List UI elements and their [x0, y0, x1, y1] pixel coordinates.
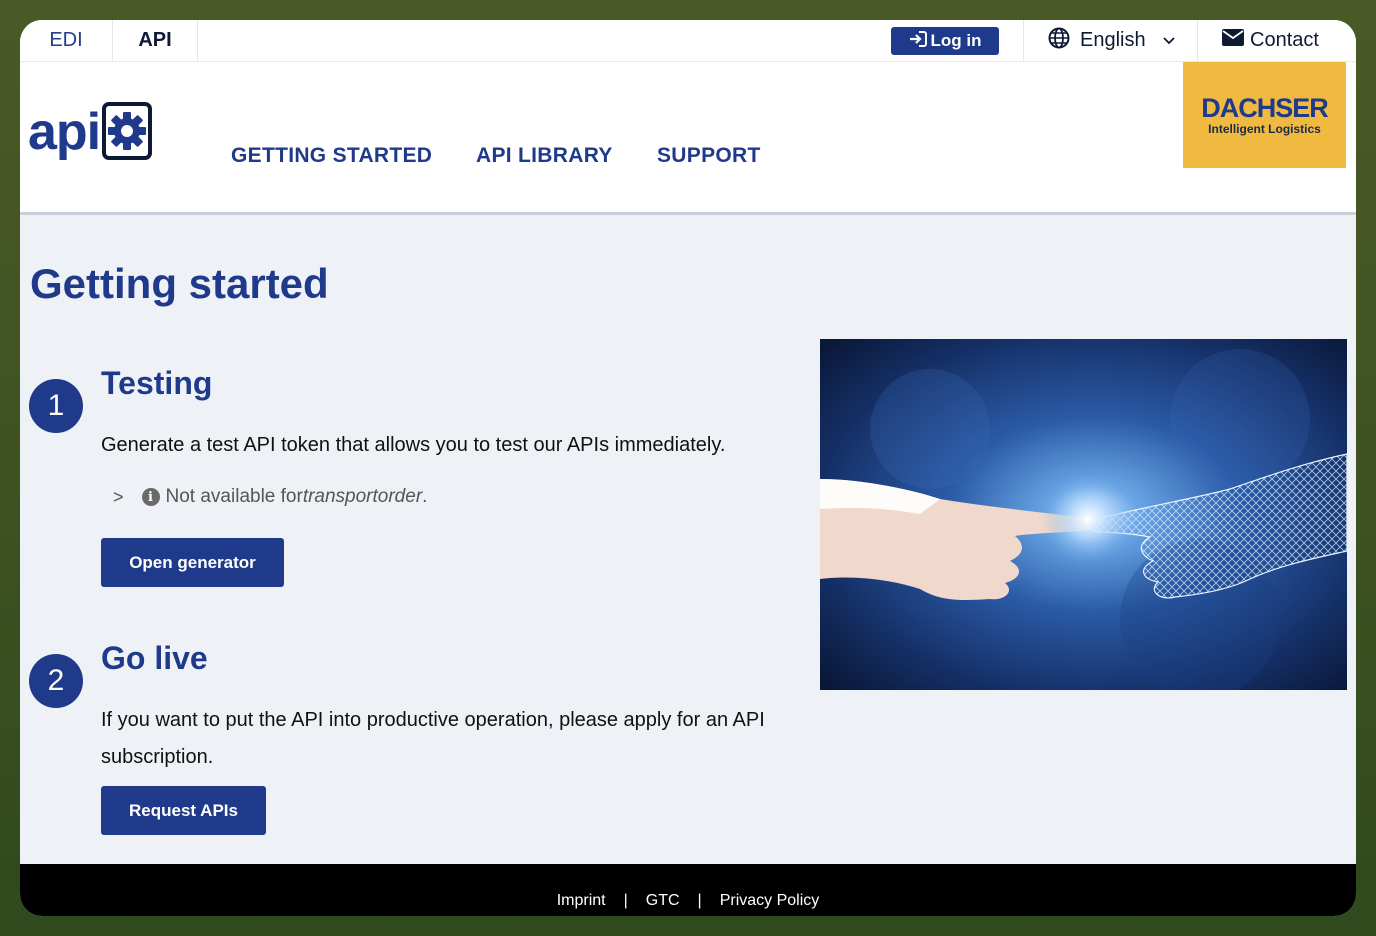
step-description: Generate a test API token that allows yo…	[101, 434, 726, 456]
hero-image	[820, 339, 1347, 690]
note-api-name: transportorder	[302, 486, 423, 507]
api-logo[interactable]: api	[28, 102, 153, 161]
chevron-right-icon: >	[113, 486, 124, 507]
dachser-logo[interactable]: DACHSER Intelligent Logistics	[1183, 62, 1346, 168]
footer-link-gtc[interactable]: GTC	[646, 892, 680, 910]
envelope-icon	[1222, 29, 1244, 52]
divider	[1197, 20, 1198, 61]
browser-frame: EDI API Log in English Contact api GETTI…	[20, 20, 1356, 916]
info-icon: i	[141, 488, 160, 506]
logo-text: api	[28, 103, 101, 161]
site-header: api GETTING STARTED API LIBRARY SUPPORT …	[20, 62, 1356, 215]
brand-name: DACHSER	[1201, 93, 1329, 123]
request-apis-button[interactable]: Request APIs	[101, 786, 266, 835]
nav-getting-started[interactable]: GETTING STARTED	[231, 144, 432, 168]
login-label: Log in	[930, 31, 982, 50]
footer-separator: |	[697, 892, 702, 909]
language-label: English	[1080, 29, 1146, 51]
brand-tagline: Intelligent Logistics	[1208, 122, 1321, 136]
footer-links: Imprint | GTC | Privacy Policy	[20, 892, 1356, 910]
login-button[interactable]: Log in	[891, 27, 999, 55]
step-description: If you want to put the API into producti…	[101, 709, 765, 768]
contact-link[interactable]: Contact	[1222, 20, 1319, 61]
nav-support[interactable]: SUPPORT	[657, 144, 761, 168]
note-suffix: .	[422, 486, 428, 507]
gear-icon	[102, 102, 153, 160]
footer-link-privacy-policy[interactable]: Privacy Policy	[720, 892, 820, 910]
footer: Imprint | GTC | Privacy Policy	[20, 864, 1356, 916]
top-bar: EDI API Log in English Contact	[20, 20, 1356, 62]
nav-api-library[interactable]: API LIBRARY	[476, 144, 613, 168]
footer-separator: |	[623, 892, 628, 909]
step-number: 1	[29, 379, 83, 433]
page-title: Getting started	[30, 260, 329, 307]
chevron-down-icon	[1162, 29, 1176, 52]
tab-api[interactable]: API	[113, 20, 198, 61]
footer-link-imprint[interactable]: Imprint	[557, 892, 606, 910]
tab-edi[interactable]: EDI	[20, 20, 113, 61]
step-title-testing: Testing	[101, 365, 213, 401]
globe-icon	[1048, 27, 1070, 55]
language-selector[interactable]: English	[1048, 20, 1176, 61]
step-number: 2	[29, 654, 83, 708]
open-generator-button[interactable]: Open generator	[101, 538, 284, 587]
divider	[1023, 20, 1024, 61]
contact-label: Contact	[1250, 29, 1319, 51]
step-title-go-live: Go live	[101, 640, 208, 676]
sign-in-icon	[909, 30, 927, 52]
availability-note: > i Not available for transportorder .	[113, 486, 427, 508]
note-text: Not available for	[165, 486, 303, 507]
